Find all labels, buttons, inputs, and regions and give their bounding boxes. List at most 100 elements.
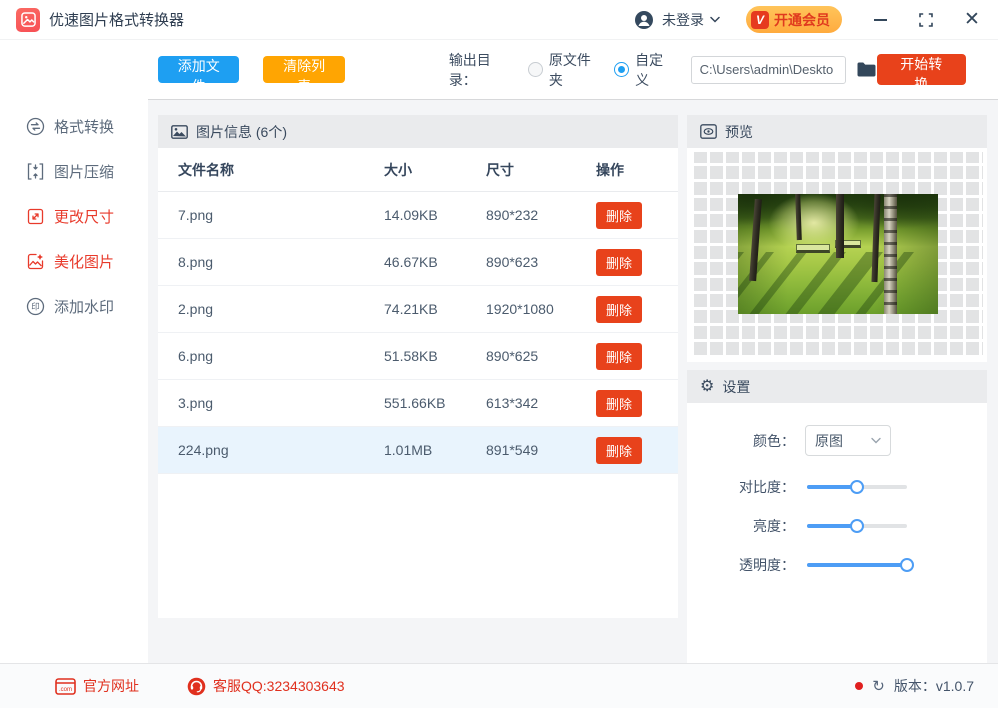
file-name: 6.png bbox=[178, 348, 214, 364]
website-icon: .com bbox=[55, 677, 76, 695]
file-size: 51.58KB bbox=[384, 348, 438, 364]
file-name: 2.png bbox=[178, 301, 214, 317]
file-dimensions: 890*232 bbox=[486, 207, 539, 223]
file-dimensions: 1920*1080 bbox=[486, 301, 554, 317]
chevron-down-icon bbox=[710, 16, 720, 23]
file-size: 14.09KB bbox=[384, 207, 438, 223]
sidebar-item-label: 美化图片 bbox=[54, 254, 115, 271]
open-vip-button[interactable]: V 开通会员 bbox=[746, 6, 842, 33]
customer-service-icon bbox=[187, 677, 206, 695]
table-header-row: 文件名称 大小 尺寸 操作 bbox=[158, 148, 678, 192]
user-avatar-icon bbox=[635, 10, 653, 29]
column-header-dimensions: 尺寸 bbox=[486, 161, 514, 178]
slider-handle[interactable] bbox=[850, 519, 864, 533]
table-row[interactable]: 8.png 46.67KB 890*623 删除 bbox=[158, 239, 678, 286]
clear-list-button[interactable]: 清除列表 bbox=[263, 56, 345, 94]
sidebar-item-format-convert[interactable]: 格式转换 bbox=[0, 104, 148, 149]
settings-panel: ⚙ 设置 颜色： 原图 对比度： 亮度： 透明度： bbox=[687, 370, 987, 663]
slider-handle[interactable] bbox=[850, 480, 864, 494]
login-menu[interactable]: 未登录 bbox=[634, 10, 720, 30]
official-website-link[interactable]: .com 官方网址 bbox=[55, 676, 139, 696]
sidebar-item-label: 图片压缩 bbox=[54, 164, 115, 181]
radio-custom-folder[interactable]: 自定义 bbox=[614, 50, 676, 90]
radio-original-folder[interactable]: 原文件夹 bbox=[528, 50, 604, 90]
vip-label: 开通会员 bbox=[774, 11, 830, 28]
table-row[interactable]: 6.png 51.58KB 890*625 删除 bbox=[158, 333, 678, 380]
image-info-icon bbox=[171, 124, 188, 139]
delete-button[interactable]: 删除 bbox=[596, 295, 643, 323]
radio-original-circle[interactable] bbox=[528, 62, 543, 77]
output-path-input[interactable] bbox=[690, 55, 846, 84]
file-table-body: 文件名称 大小 尺寸 操作 7.png 14.09KB 890*232 删除 8… bbox=[158, 148, 678, 618]
sidebar-item-beautify[interactable]: 美化图片 bbox=[0, 239, 148, 284]
resize-icon bbox=[27, 208, 44, 225]
table-row-selected[interactable]: 224.png 1.01MB 891*549 删除 bbox=[158, 427, 678, 474]
folder-icon bbox=[857, 62, 876, 77]
column-header-name: 文件名称 bbox=[178, 161, 234, 178]
add-files-button[interactable]: 添加文件 bbox=[158, 56, 240, 94]
sidebar: 格式转换 图片压缩 更改尺寸 美化图片 印 添加水印 bbox=[0, 40, 148, 663]
minimize-button[interactable] bbox=[872, 12, 888, 28]
table-row[interactable]: 2.png 74.21KB 1920*1080 删除 bbox=[158, 286, 678, 333]
tree-trunk-shape bbox=[836, 194, 844, 258]
slider-handle[interactable] bbox=[900, 558, 914, 572]
file-name: 3.png bbox=[178, 395, 214, 411]
column-header-size: 大小 bbox=[384, 161, 412, 178]
sidebar-item-image-compress[interactable]: 图片压缩 bbox=[0, 149, 148, 194]
titlebar: 优速图片格式转换器 未登录 V 开通会员 ✕ bbox=[0, 0, 998, 40]
format-convert-icon bbox=[26, 117, 45, 136]
maximize-button[interactable] bbox=[918, 12, 934, 28]
radio-custom-circle[interactable] bbox=[614, 62, 630, 77]
status-dot bbox=[855, 682, 864, 690]
delete-button[interactable]: 删除 bbox=[596, 436, 643, 464]
brightness-label: 亮度： bbox=[753, 518, 795, 534]
file-table-panel: 图片信息 (6个) 文件名称 大小 尺寸 操作 7.png 14.09KB 89… bbox=[158, 115, 678, 618]
tree-trunk-shape bbox=[884, 194, 897, 314]
radio-custom-label: 自定义 bbox=[635, 51, 664, 88]
color-setting-row: 颜色： 原图 bbox=[687, 425, 987, 456]
radio-original-label: 原文件夹 bbox=[548, 51, 591, 88]
settings-title: 设置 bbox=[722, 378, 751, 395]
customer-service-link[interactable]: 客服QQ:3234303643 bbox=[187, 676, 345, 696]
delete-button[interactable]: 删除 bbox=[596, 389, 643, 417]
delete-button[interactable]: 删除 bbox=[596, 342, 643, 370]
opacity-label: 透明度： bbox=[739, 557, 795, 573]
sidebar-item-watermark[interactable]: 印 添加水印 bbox=[0, 284, 148, 329]
opacity-slider[interactable] bbox=[807, 558, 914, 572]
output-dir-label: 输出目录： bbox=[448, 51, 491, 88]
file-name: 7.png bbox=[178, 207, 214, 223]
file-size: 1.01MB bbox=[384, 442, 433, 458]
browse-folder-button[interactable] bbox=[856, 61, 877, 78]
color-select-value: 原图 bbox=[815, 432, 843, 449]
contrast-slider-row: 对比度： bbox=[687, 479, 987, 495]
file-size: 46.67KB bbox=[384, 254, 438, 270]
check-update-icon[interactable]: ↻ bbox=[872, 677, 885, 695]
table-row[interactable]: 3.png 551.66KB 613*342 删除 bbox=[158, 380, 678, 427]
contrast-label: 对比度： bbox=[739, 479, 795, 495]
toolbar: 添加文件 清除列表 输出目录： 原文件夹 自定义 开始转换 bbox=[148, 40, 998, 100]
color-label: 颜色： bbox=[753, 432, 795, 449]
delete-button[interactable]: 删除 bbox=[596, 248, 643, 276]
file-dimensions: 891*549 bbox=[486, 442, 539, 458]
file-name: 224.png bbox=[178, 442, 229, 458]
chevron-down-icon bbox=[871, 437, 881, 444]
sidebar-item-resize[interactable]: 更改尺寸 bbox=[0, 194, 148, 239]
customer-service-qq-label: 客服QQ:3234303643 bbox=[213, 678, 345, 694]
official-website-label: 官方网址 bbox=[83, 678, 139, 694]
file-size: 74.21KB bbox=[384, 301, 438, 317]
version-label: 版本：v1.0.7 bbox=[893, 678, 974, 694]
preview-panel: 预览 bbox=[687, 115, 987, 362]
contrast-slider[interactable] bbox=[807, 480, 907, 494]
preview-image[interactable] bbox=[738, 194, 938, 314]
sidebar-item-label: 添加水印 bbox=[54, 299, 115, 316]
color-select[interactable]: 原图 bbox=[805, 425, 891, 456]
start-convert-button[interactable]: 开始转换 bbox=[876, 54, 966, 92]
svg-text:印: 印 bbox=[31, 302, 40, 312]
gear-icon: ⚙ bbox=[700, 377, 715, 395]
table-row[interactable]: 7.png 14.09KB 890*232 删除 bbox=[158, 192, 678, 239]
delete-button[interactable]: 删除 bbox=[596, 201, 643, 229]
sidebar-item-label: 格式转换 bbox=[54, 119, 115, 136]
brightness-slider[interactable] bbox=[807, 519, 907, 533]
close-button[interactable]: ✕ bbox=[964, 10, 980, 29]
opacity-slider-row: 透明度： bbox=[687, 557, 987, 573]
